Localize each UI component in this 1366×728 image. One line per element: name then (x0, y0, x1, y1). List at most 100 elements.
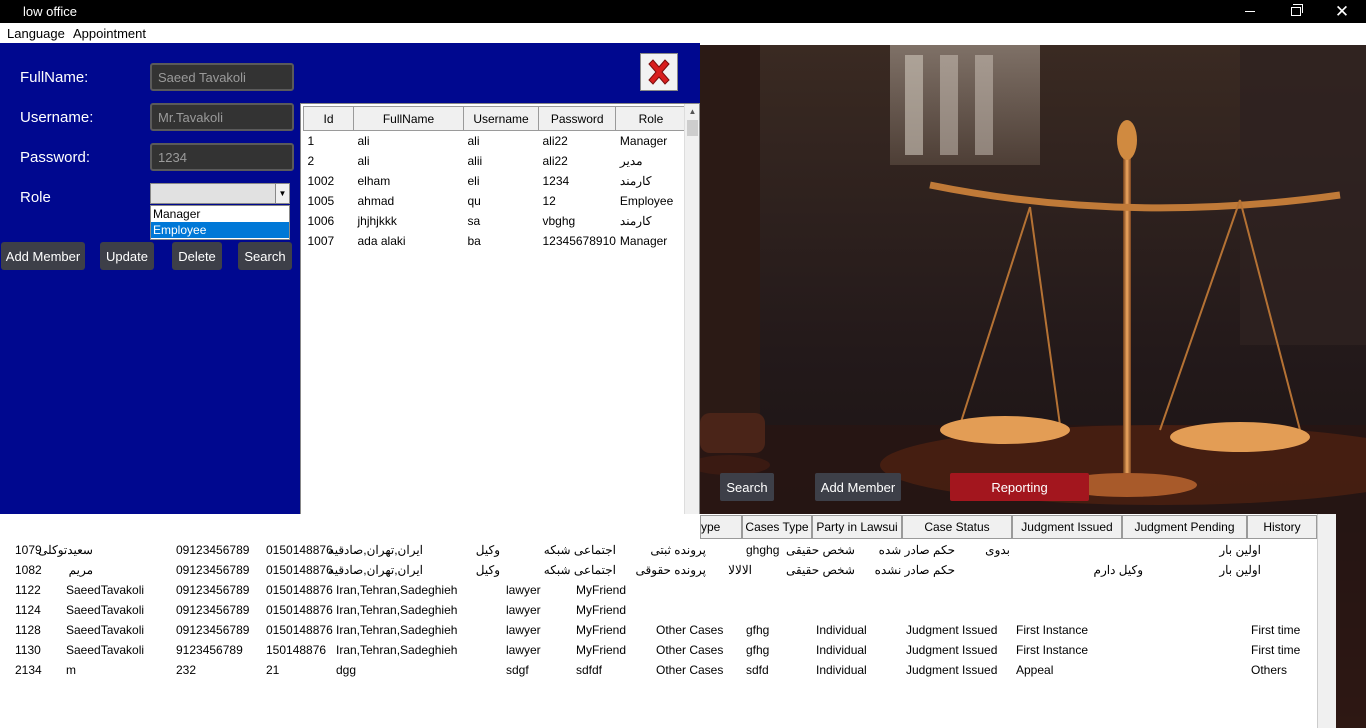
cases-cell: dgg (336, 663, 357, 677)
title-bar: low office ✕ (0, 0, 1366, 23)
users-cell: 12 (542, 193, 556, 208)
users-row[interactable]: 1006 jhjhjkkk sa vbghg کارمند (304, 211, 686, 231)
cases-cell: MyFriend (576, 643, 627, 657)
fullname-field[interactable]: Saeed Tavakoli (150, 63, 294, 91)
users-cell: 2 (307, 153, 315, 168)
role-option-employee[interactable]: Employee (151, 222, 289, 238)
cases-cell: SaeedTavakoli (66, 643, 145, 657)
delete-button[interactable]: Delete (172, 242, 222, 270)
close-icon: ✕ (1334, 2, 1350, 21)
users-cell: elham (357, 173, 391, 188)
users-cell: 12345678910 (542, 233, 616, 248)
users-row[interactable]: 1002 elham eli 1234 کارمند (304, 171, 686, 191)
col-cases-type[interactable]: Cases Type (742, 515, 812, 539)
cases-cell: 1122 (15, 583, 41, 597)
users-cell: 1234 (542, 173, 570, 188)
cases-scrollbar[interactable] (1317, 514, 1336, 728)
cases-add-member-button[interactable]: Add Member (815, 473, 901, 501)
col-role[interactable]: Role (615, 106, 687, 131)
cases-cell: سعیدتوکلی (38, 543, 93, 557)
cases-grid[interactable]: ype Cases Type Party in Lawsui Case Stat… (0, 514, 1336, 728)
red-x-icon (648, 59, 670, 85)
col-case-type[interactable]: ype (700, 515, 742, 539)
cases-cell: sdfdf (576, 663, 603, 677)
col-password[interactable]: Password (537, 106, 617, 131)
role-combobox[interactable]: ▼ (150, 183, 290, 204)
col-fullname[interactable]: FullName (353, 106, 464, 131)
cases-cell: MyFriend (576, 623, 627, 637)
users-cell: ba (467, 233, 481, 248)
col-party-in-lawsuit[interactable]: Party in Lawsui (812, 515, 902, 539)
cases-cell: Other Cases (656, 643, 724, 657)
password-field[interactable]: 1234 (150, 143, 294, 171)
menu-language[interactable]: Language (7, 26, 65, 41)
cases-cell: پرونده حقوقی (635, 563, 706, 577)
role-label: Role (20, 189, 51, 206)
users-scrollbar[interactable]: ▲ ▼ (684, 104, 699, 530)
col-id[interactable]: Id (303, 106, 354, 131)
restore-icon (1291, 4, 1303, 16)
cases-cell: Other Cases (656, 663, 724, 677)
menu-appointment[interactable]: Appointment (73, 26, 146, 41)
cases-cell: الالالا (728, 563, 752, 577)
users-row[interactable]: 1 ali ali ali22 Manager (304, 131, 686, 151)
users-cell: Manager (619, 233, 668, 248)
cases-cell: MyFriend (576, 583, 627, 597)
users-row[interactable]: 1007 ada alaki ba 12345678910 Manager (304, 231, 686, 251)
cases-cell: 09123456789 (176, 623, 250, 637)
cases-cell: First Instance (1016, 643, 1089, 657)
cases-cell: پرونده ثبتی (650, 543, 706, 557)
cases-cell: 09123456789 (176, 563, 250, 577)
update-button[interactable]: Update (100, 242, 154, 270)
scroll-up-icon[interactable]: ▲ (685, 104, 699, 119)
cases-cell: Individual (816, 643, 867, 657)
users-cell: ahmad (357, 193, 395, 208)
close-window-button[interactable]: ✕ (1319, 0, 1365, 23)
users-cell: ali (357, 133, 370, 148)
window-title: low office (23, 4, 77, 19)
role-option-manager[interactable]: Manager (151, 206, 289, 222)
cases-cell: Appeal (1016, 663, 1054, 677)
maximize-button[interactable] (1273, 0, 1319, 23)
cases-cell: 09123456789 (176, 583, 250, 597)
col-username[interactable]: Username (463, 106, 539, 131)
col-case-status[interactable]: Case Status (902, 515, 1012, 539)
cases-cell: شخص حقیقی (785, 563, 855, 577)
cases-cell: lawyer (506, 583, 541, 597)
scroll-thumb[interactable] (687, 120, 698, 136)
cases-cell: 0150148876 (266, 543, 333, 557)
reporting-button[interactable]: Reporting (950, 473, 1089, 501)
users-cell: qu (467, 193, 481, 208)
close-panel-button[interactable] (640, 53, 678, 91)
users-cell: 1002 (307, 173, 335, 188)
cases-cell: اجتماعی شبکه (543, 543, 616, 557)
users-cell: ali22 (542, 133, 568, 148)
username-label: Username: (20, 109, 94, 126)
username-field[interactable]: Mr.Tavakoli (150, 103, 294, 131)
cases-cell: اولین بار (1219, 563, 1261, 577)
col-judgment-issued[interactable]: Judgment Issued (1012, 515, 1122, 539)
users-cell: jhjhjkkk (357, 213, 397, 228)
cases-search-button[interactable]: Search (720, 473, 774, 501)
users-header-row: Id FullName Username Password Role (303, 106, 687, 131)
minimize-button[interactable] (1227, 0, 1273, 23)
chevron-down-icon[interactable]: ▼ (275, 184, 289, 203)
search-button[interactable]: Search (238, 242, 292, 270)
cases-cell: Judgment Issued (906, 663, 998, 677)
cases-cell: حکم صادر نشده (874, 563, 955, 577)
cases-cell: وکیل (475, 543, 500, 557)
users-cell: eli (467, 173, 480, 188)
cases-cell: Individual (816, 663, 867, 677)
users-row[interactable]: 2 ali alii ali22 مدیر (304, 151, 686, 171)
col-judgment-pending[interactable]: Judgment Pending (1122, 515, 1247, 539)
add-member-button[interactable]: Add Member (1, 242, 85, 270)
users-row[interactable]: 1005 ahmad qu 12 Employee (304, 191, 686, 211)
cases-cell: Others (1251, 663, 1288, 677)
cases-cell: اجتماعی شبکه (543, 563, 616, 577)
users-cell: 1006 (307, 213, 335, 228)
cases-cell: Other Cases (656, 623, 724, 637)
users-grid[interactable]: Id FullName Username Password Role 1 ali a… (300, 103, 700, 531)
col-history[interactable]: History (1247, 515, 1317, 539)
cases-cell: اولین بار (1219, 543, 1261, 557)
cases-cell: ghghg (746, 543, 780, 557)
